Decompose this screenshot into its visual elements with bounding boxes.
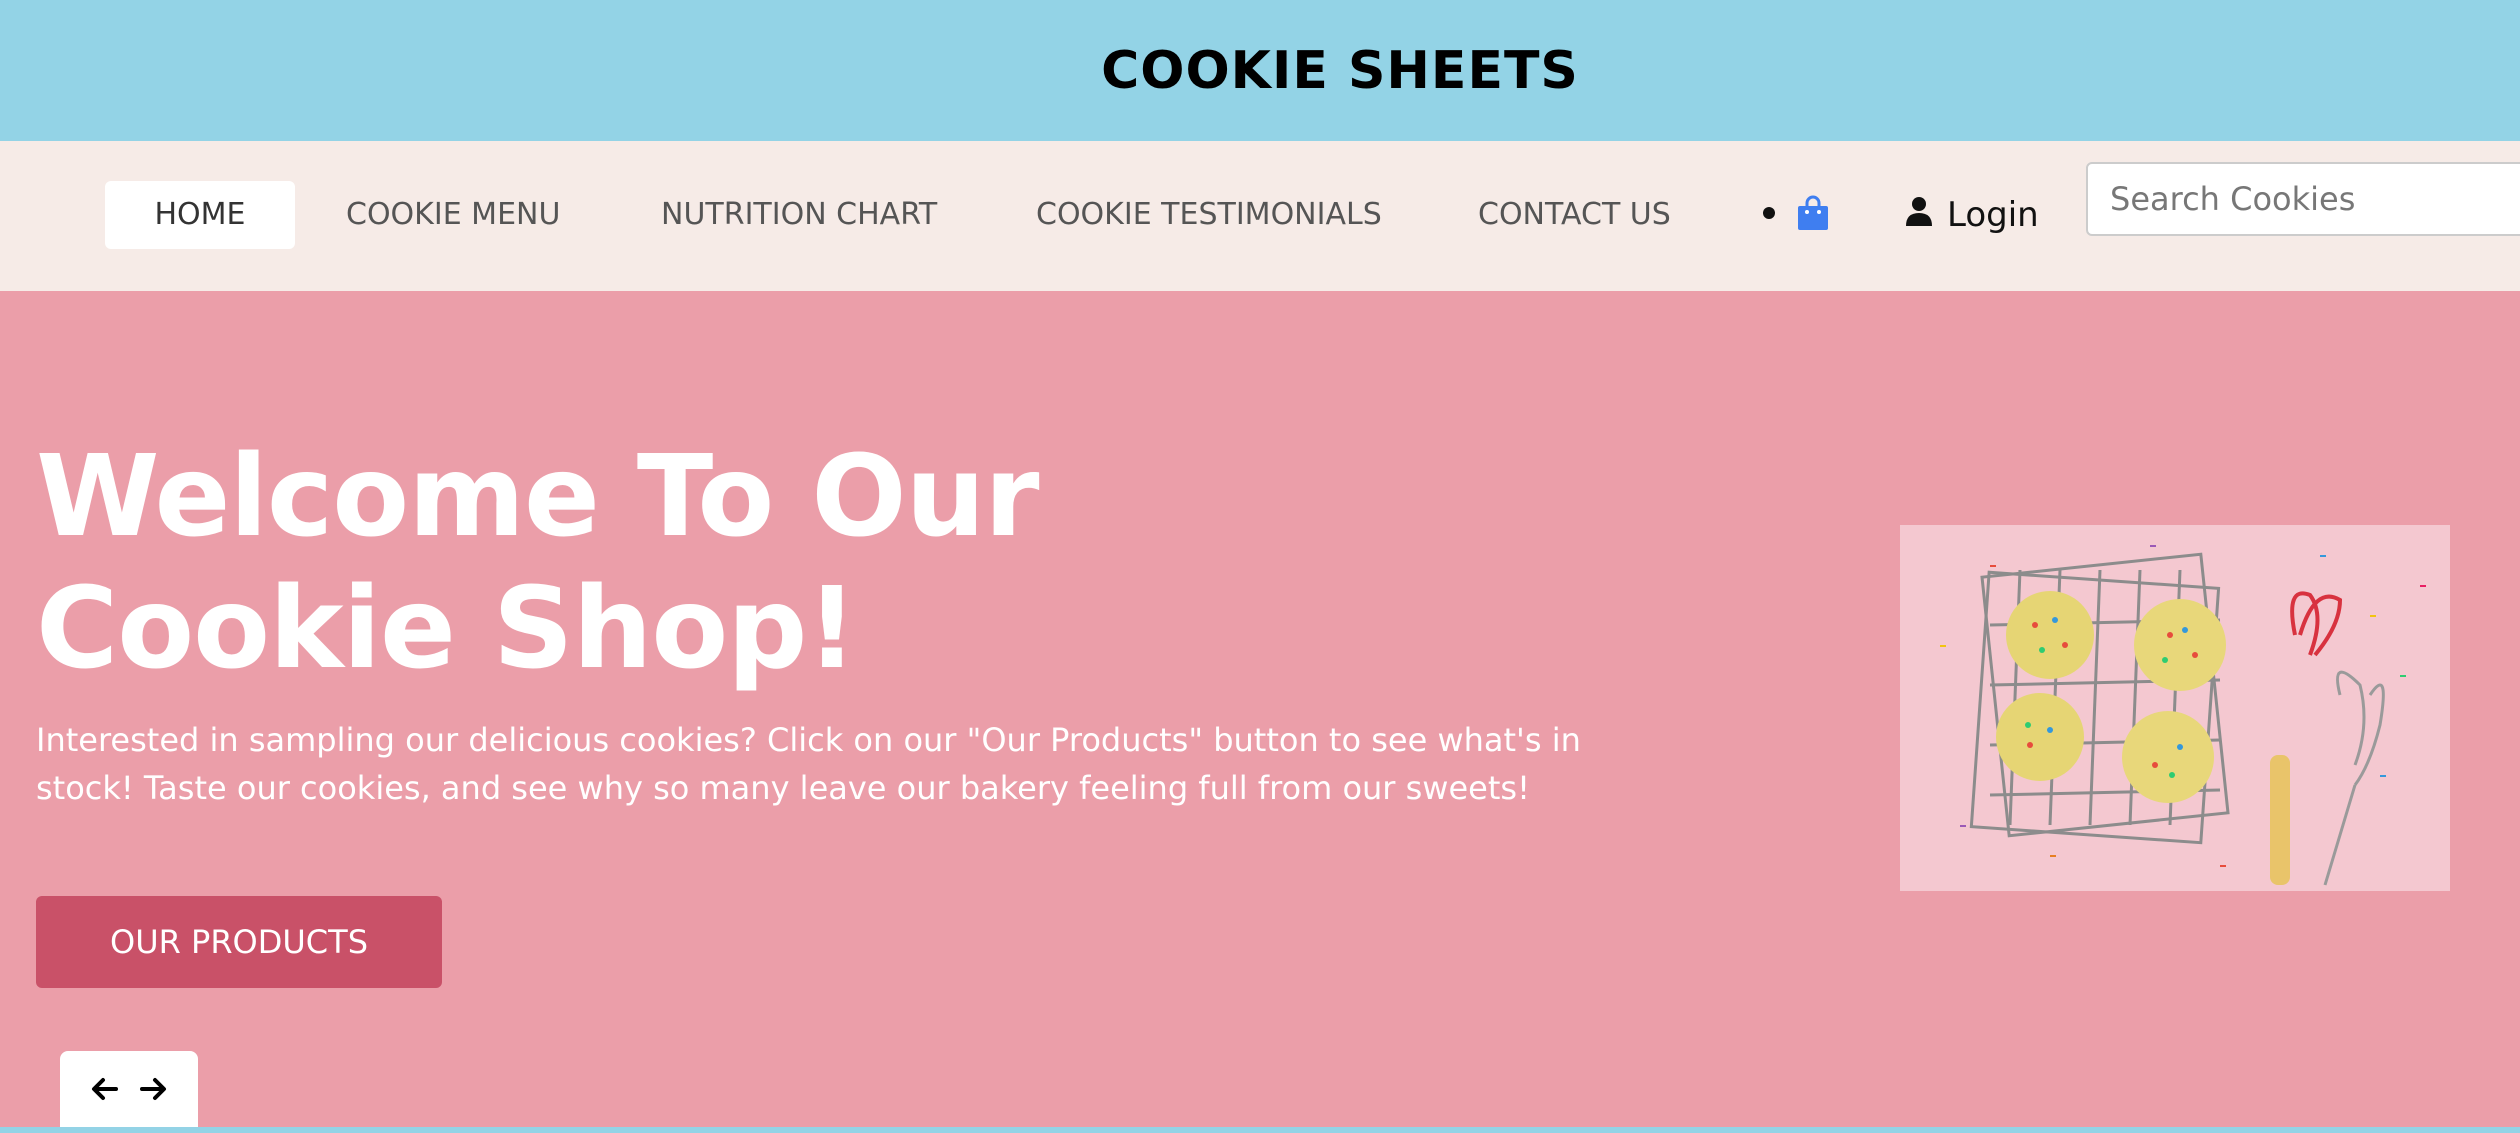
our-products-button[interactable]: OUR PRODUCTS	[36, 896, 442, 988]
hero-title: Welcome To Our Cookie Shop!	[36, 431, 1136, 695]
nav-item-contact-us[interactable]: CONTACT US	[1478, 181, 1671, 249]
search-input[interactable]	[2086, 162, 2520, 236]
arrow-right-icon[interactable]	[139, 1074, 169, 1104]
site-title: COOKIE SHEETS	[1101, 40, 1579, 101]
hero-title-line2: Cookie Shop!	[36, 564, 858, 694]
slider-controls	[60, 1051, 198, 1127]
login-link[interactable]: Login	[1905, 181, 2039, 249]
nav-item-home[interactable]: HOME	[105, 181, 295, 249]
hero-description: Interested in sampling our delicious coo…	[36, 721, 1581, 807]
cookies-image	[1900, 525, 2450, 891]
nav-bullet	[1763, 207, 1775, 219]
hero-section: Welcome To Our Cookie Shop! Interested i…	[0, 291, 2520, 1127]
user-icon	[1905, 195, 1933, 235]
hero-title-line1: Welcome To Our	[36, 432, 1040, 562]
arrow-left-icon[interactable]	[89, 1074, 119, 1104]
nav-item-cookie-testimonials[interactable]: COOKIE TESTIMONIALS	[1036, 181, 1382, 249]
footer-strip	[0, 1127, 2520, 1133]
nav-item-nutrition-chart[interactable]: NUTRITION CHART	[661, 181, 937, 249]
shopping-bag-icon[interactable]	[1796, 195, 1830, 231]
login-label: Login	[1947, 195, 2039, 235]
nav-item-cookie-menu[interactable]: COOKIE MENU	[346, 181, 560, 249]
site-header: COOKIE SHEETS	[0, 0, 2520, 141]
